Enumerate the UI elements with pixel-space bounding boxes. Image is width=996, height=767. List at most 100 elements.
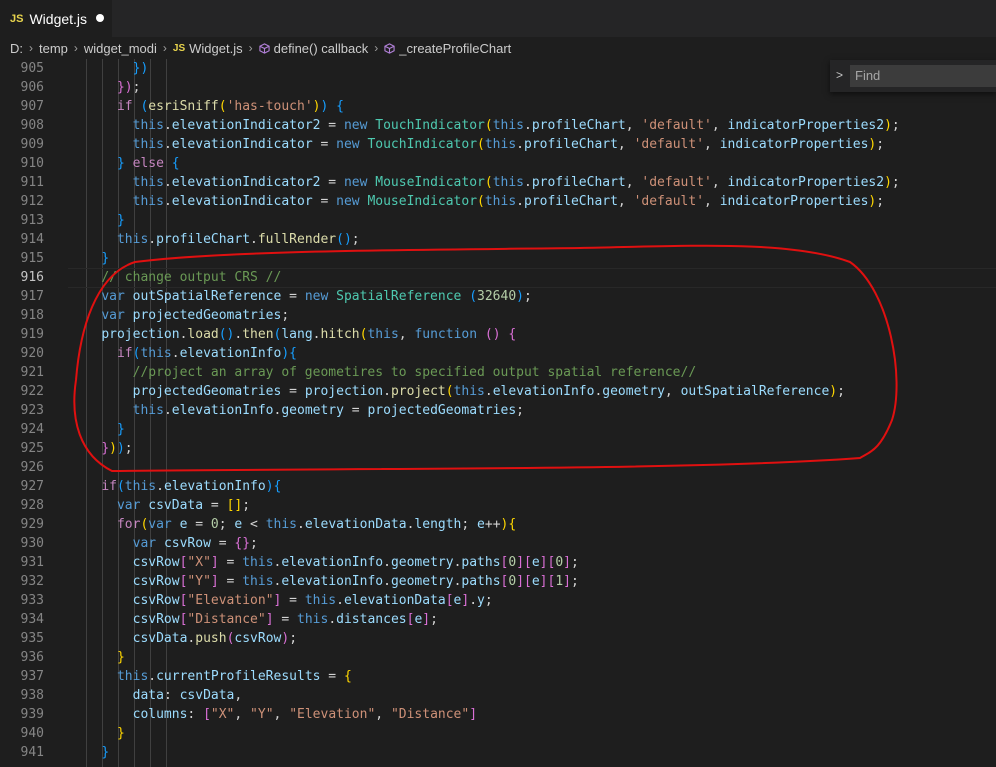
code-token: "Y" (250, 707, 274, 722)
code-line[interactable]: 933 csvRow["Elevation"] = this.elevation… (0, 591, 996, 610)
code-token: }) (116, 80, 133, 95)
code-token: this (132, 403, 164, 418)
line-number: 941 (20, 745, 44, 760)
code-line[interactable]: 932 csvRow["Y"] = this.elevationInfo.geo… (0, 572, 996, 591)
code-line[interactable]: 930 var csvRow = {}; (0, 534, 996, 553)
code-line[interactable]: 941 } (0, 743, 996, 762)
code-line[interactable]: 927 if(this.elevationInfo){ (0, 477, 996, 496)
code-line[interactable]: 922 projectedGeomatries = projection.pro… (0, 382, 996, 401)
unsaved-dot-icon (96, 14, 104, 22)
code-line[interactable]: 924 } (0, 420, 996, 439)
code-line[interactable]: 939 columns: ["X", "Y", "Elevation", "Di… (0, 705, 996, 724)
find-input[interactable]: Find (850, 65, 996, 87)
code-token: } (116, 422, 125, 437)
code-token: ; (124, 441, 133, 456)
code-token: push (195, 631, 227, 646)
line-number: 910 (20, 156, 44, 171)
code-line[interactable]: 908 this.elevationIndicator2 = new Touch… (0, 116, 996, 135)
code-token: ; (250, 536, 258, 551)
line-number: 911 (20, 175, 44, 190)
code-token: ] (563, 555, 571, 570)
line-number: 913 (20, 213, 44, 228)
code-token: //project an array of geometires to spec… (132, 365, 697, 380)
breadcrumb-item-file[interactable]: Widget.js (189, 41, 242, 56)
code-token: this (265, 517, 298, 532)
breadcrumb-item-drive[interactable]: D: (10, 41, 23, 56)
code-line[interactable]: 938 data: csvData, (0, 686, 996, 705)
code-token: : (187, 707, 204, 722)
code-line[interactable]: 914 this.profileChart.fullRender(); (0, 230, 996, 249)
code-line[interactable]: 940 } (0, 724, 996, 743)
code-token: ] (210, 555, 219, 570)
code-token: this (492, 175, 524, 190)
code-line[interactable]: 915 } (0, 249, 996, 268)
code-token: , (617, 194, 634, 209)
code-line[interactable]: 936 } (0, 648, 996, 667)
code-token: = (281, 289, 305, 304)
code-line[interactable]: 917 var outSpatialReference = new Spatia… (0, 287, 996, 306)
code-token: = (218, 555, 243, 570)
code-line[interactable]: 910 } else { (0, 154, 996, 173)
code-token: profileChart (524, 137, 618, 152)
code-line[interactable]: 928 var csvData = []; (0, 496, 996, 515)
code-token: = (312, 194, 337, 209)
code-token: ) (829, 384, 838, 399)
code-token: ; (242, 498, 251, 513)
code-token: projection (304, 384, 384, 399)
code-line[interactable]: 919 projection.load().then(lang.hitch(th… (0, 325, 996, 344)
code-token: this (132, 137, 164, 152)
code-token: ; (351, 232, 360, 247)
code-token: ] (516, 574, 525, 589)
code-token: csvData (132, 631, 188, 646)
code-token: . (163, 403, 172, 418)
code-token: ++ (484, 517, 501, 532)
line-number: 933 (20, 593, 44, 608)
code-token: ( (484, 118, 493, 133)
code-line[interactable]: 921 //project an array of geometires to … (0, 363, 996, 382)
code-line[interactable]: 931 csvRow["X"] = this.elevationInfo.geo… (0, 553, 996, 572)
breadcrumb-item-create-profile-chart[interactable]: _createProfileChart (399, 41, 511, 56)
code-line[interactable]: 937 this.currentProfileResults = { (0, 667, 996, 686)
tab-widget-js[interactable]: JS Widget.js (0, 0, 112, 37)
breadcrumb-item-widget-modi[interactable]: widget_modi (84, 41, 157, 56)
breadcrumb-item-temp[interactable]: temp (39, 41, 68, 56)
code-line[interactable]: 912 this.elevationIndicator = new MouseI… (0, 192, 996, 211)
breadcrumb-item-define-callback[interactable]: define() callback (274, 41, 369, 56)
code-token: elevationInfo (171, 403, 274, 418)
code-line[interactable]: 934 csvRow["Distance"] = this.distances[… (0, 610, 996, 629)
line-number: 924 (20, 422, 44, 437)
code-token: . (524, 175, 532, 190)
code-token: if (101, 479, 117, 494)
code-line[interactable]: 911 this.elevationIndicator2 = new Mouse… (0, 173, 996, 192)
code-token: ) (265, 479, 274, 494)
code-text: var outSpatialReference = new SpatialRef… (70, 287, 532, 306)
toggle-replace-chevron-icon[interactable]: > (836, 68, 843, 82)
code-line[interactable]: 925 })); (0, 439, 996, 458)
code-token: var (101, 308, 125, 323)
code-editor[interactable]: 905 }) 906 }); 907 if (esriSniff('has-touc… (0, 59, 996, 767)
code-token: , (234, 688, 243, 703)
code-line[interactable]: 923 this.elevationInfo.geometry = projec… (0, 401, 996, 420)
code-token: then (242, 327, 274, 342)
code-line[interactable]: 926 (0, 458, 996, 477)
code-line[interactable]: 935 csvData.push(csvRow); (0, 629, 996, 648)
code-token: var (116, 498, 141, 513)
code-line[interactable]: 907 if (esriSniff('has-touch')) { (0, 97, 996, 116)
code-line[interactable]: 929 for(var e = 0; e < this.elevationDat… (0, 515, 996, 534)
code-line[interactable]: 920 if(this.elevationInfo){ (0, 344, 996, 363)
code-line[interactable]: 918 var projectedGeomatries; (0, 306, 996, 325)
code-text: }) (70, 59, 149, 78)
code-line[interactable]: 916 // change output CRS // (0, 268, 996, 288)
code-line[interactable]: 909 this.elevationIndicator = new TouchI… (0, 135, 996, 154)
code-token: ( (469, 289, 478, 304)
code-line[interactable]: 913 } (0, 211, 996, 230)
code-token: . (297, 517, 305, 532)
line-number: 919 (20, 327, 44, 342)
code-token: ; (132, 80, 141, 95)
code-token: "Distance" (187, 612, 266, 627)
